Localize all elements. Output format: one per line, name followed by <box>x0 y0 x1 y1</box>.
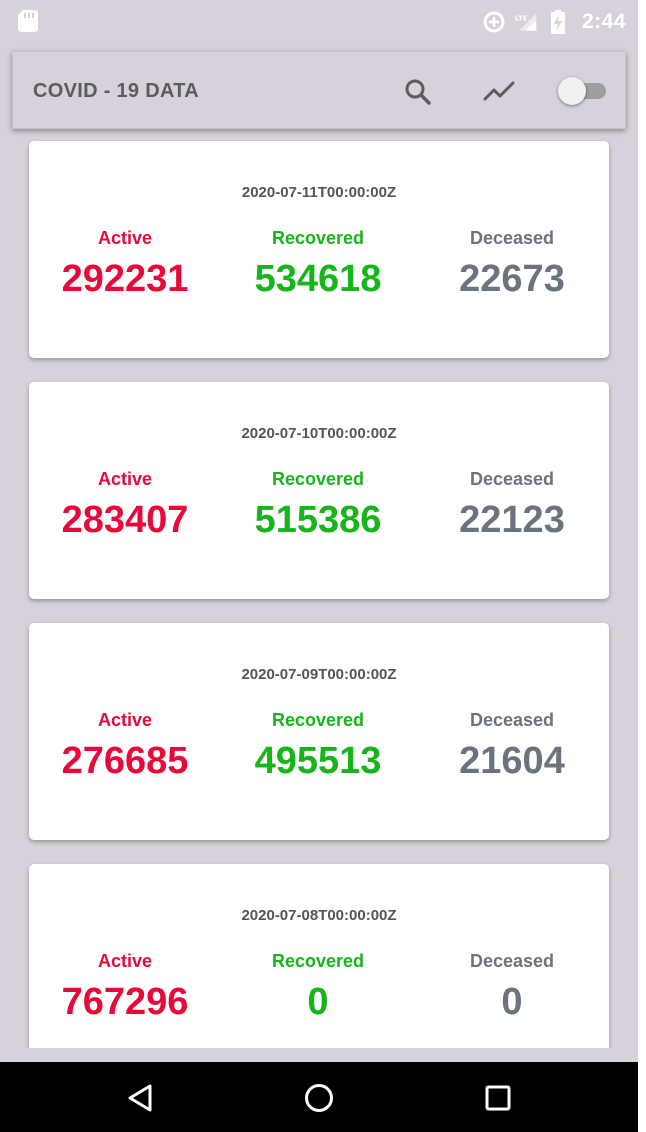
active-column: Active 283407 <box>25 469 225 542</box>
deceased-value: 22673 <box>459 258 565 300</box>
active-label: Active <box>97 710 153 730</box>
deceased-value: 21604 <box>459 740 565 782</box>
active-value: 276685 <box>61 740 189 782</box>
recovered-column: Recovered 495513 <box>218 710 418 783</box>
active-column: Active 276685 <box>25 710 225 783</box>
recovered-value: 515386 <box>254 499 382 541</box>
recents-icon <box>485 1085 511 1111</box>
home-icon <box>305 1084 333 1112</box>
active-label: Active <box>97 951 153 971</box>
deceased-label: Deceased <box>469 710 555 730</box>
deceased-value: 0 <box>501 981 523 1023</box>
data-card[interactable]: 2020-07-11T00:00:00Z Active 292231 Recov… <box>29 141 609 358</box>
app-bar: COVID - 19 DATA <box>12 51 626 129</box>
recovered-value: 0 <box>307 981 329 1023</box>
active-column: Active 292231 <box>25 228 225 301</box>
recovered-label: Recovered <box>271 228 365 248</box>
card-date: 2020-07-09T00:00:00Z <box>241 666 397 683</box>
recovered-column: Recovered 534618 <box>218 228 418 301</box>
screen-edge <box>638 0 646 1132</box>
status-time: 2:44 <box>581 10 626 33</box>
data-card[interactable]: 2020-07-10T00:00:00Z Active 283407 Recov… <box>29 382 609 599</box>
search-icon <box>405 79 431 105</box>
data-card[interactable]: 2020-07-08T00:00:00Z Active 767296 Recov… <box>29 864 609 1048</box>
battery-charging-icon <box>550 10 565 34</box>
navigation-bar <box>0 1062 638 1132</box>
recovered-value: 534618 <box>254 258 382 300</box>
deceased-value: 22123 <box>459 499 565 541</box>
recovered-column: Recovered 515386 <box>218 469 418 542</box>
data-card[interactable]: 2020-07-09T00:00:00Z Active 276685 Recov… <box>29 623 609 840</box>
deceased-label: Deceased <box>469 951 555 971</box>
card-date: 2020-07-08T00:00:00Z <box>241 907 397 924</box>
recents-button[interactable] <box>480 1080 516 1116</box>
data-list[interactable]: 2020-07-11T00:00:00Z Active 292231 Recov… <box>0 140 638 1048</box>
recovered-label: Recovered <box>271 951 365 971</box>
home-button[interactable] <box>301 1080 337 1116</box>
active-value: 283407 <box>61 499 189 541</box>
svg-text:LTE: LTE <box>515 14 528 22</box>
back-button[interactable] <box>122 1080 158 1116</box>
lte-signal-icon: LTE <box>515 13 537 31</box>
trending-icon <box>483 81 515 101</box>
sd-card-icon <box>18 10 38 32</box>
deceased-column: Deceased 22673 <box>412 228 612 301</box>
deceased-column: Deceased 21604 <box>412 710 612 783</box>
status-bar: LTE 2:44 <box>0 0 638 44</box>
active-label: Active <box>97 469 153 489</box>
active-value: 292231 <box>61 258 189 300</box>
app-screen: LTE 2:44 COVID - 19 DATA 2020-07-11T00:0… <box>0 0 638 1132</box>
card-date: 2020-07-11T00:00:00Z <box>241 184 397 201</box>
active-value: 767296 <box>61 981 189 1023</box>
app-title: COVID - 19 DATA <box>33 80 199 102</box>
trend-button[interactable] <box>480 72 520 112</box>
active-column: Active 767296 <box>25 951 225 1024</box>
recovered-column: Recovered 0 <box>218 951 418 1024</box>
data-saver-icon <box>483 11 505 33</box>
deceased-column: Deceased 22123 <box>412 469 612 542</box>
theme-toggle[interactable] <box>558 77 610 105</box>
card-date: 2020-07-10T00:00:00Z <box>241 425 397 442</box>
status-icons: LTE 2:44 <box>482 8 626 36</box>
recovered-value: 495513 <box>254 740 382 782</box>
search-button[interactable] <box>398 72 438 112</box>
deceased-label: Deceased <box>469 469 555 489</box>
back-icon <box>128 1084 152 1112</box>
deceased-label: Deceased <box>469 228 555 248</box>
recovered-label: Recovered <box>271 710 365 730</box>
active-label: Active <box>97 228 153 248</box>
deceased-column: Deceased 0 <box>412 951 612 1024</box>
toggle-thumb <box>558 77 586 105</box>
recovered-label: Recovered <box>271 469 365 489</box>
